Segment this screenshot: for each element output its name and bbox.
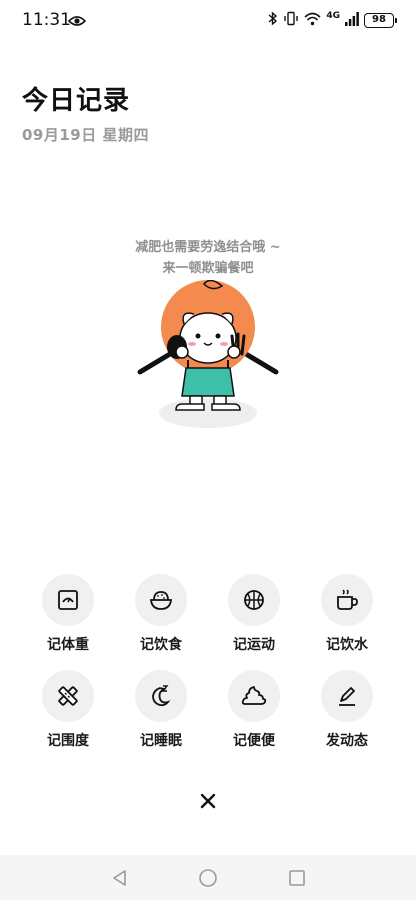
- empty-message-line2: 来一顿欺骗餐吧: [162, 261, 254, 276]
- network-type: 4G: [326, 10, 340, 21]
- record-exercise-label: 记运动: [233, 637, 275, 653]
- record-exercise-button[interactable]: 记运动: [214, 574, 294, 664]
- record-weight-button[interactable]: 记体重: [28, 574, 108, 664]
- close-icon: [200, 793, 216, 809]
- empty-message-line1: 减肥也需要劳逸结合哦 ~: [135, 240, 281, 255]
- recents-button[interactable]: [286, 867, 308, 889]
- record-measurement-label: 记围度: [47, 733, 89, 749]
- back-button[interactable]: [108, 867, 130, 889]
- home-circle-icon: [199, 869, 217, 887]
- record-poop-label: 记便便: [233, 733, 275, 749]
- basketball-icon: [228, 574, 280, 626]
- record-sleep-label: 记睡眠: [140, 733, 182, 749]
- record-water-label: 记饮水: [326, 637, 368, 653]
- record-poop-button[interactable]: 记便便: [214, 670, 294, 760]
- vibrate-icon: [283, 11, 299, 30]
- status-bar: 11:31 4G 98: [0, 0, 416, 40]
- eye-icon: [67, 12, 87, 31]
- record-diet-label: 记饮食: [140, 637, 182, 653]
- cup-icon: [321, 574, 373, 626]
- mascot-illustration: [137, 280, 279, 428]
- close-button[interactable]: [193, 786, 223, 816]
- home-button[interactable]: [197, 867, 219, 889]
- system-nav-bar: [0, 855, 416, 900]
- page-title: 今日记录: [22, 86, 131, 116]
- recents-square-icon: [289, 870, 305, 886]
- pen-icon: [321, 670, 373, 722]
- signal-icon: [345, 11, 359, 30]
- scale-icon: [42, 574, 94, 626]
- record-weight-label: 记体重: [47, 637, 89, 653]
- rice-bowl-icon: [135, 574, 187, 626]
- record-measurement-button[interactable]: 记围度: [28, 670, 108, 760]
- record-diet-button[interactable]: 记饮食: [121, 574, 201, 664]
- bluetooth-icon: [268, 11, 278, 30]
- record-sleep-button[interactable]: 记睡眠: [121, 670, 201, 760]
- poop-icon: [228, 670, 280, 722]
- record-water-button[interactable]: 记饮水: [307, 574, 387, 664]
- wifi-icon: [304, 11, 321, 30]
- battery-indicator: 98: [364, 13, 397, 28]
- post-update-button[interactable]: 发动态: [307, 670, 387, 760]
- page-date: 09月19日 星期四: [22, 126, 149, 144]
- status-time: 11:31: [22, 10, 71, 30]
- post-update-label: 发动态: [326, 733, 368, 749]
- measuring-tape-icon: [42, 670, 94, 722]
- back-triangle-icon: [113, 870, 126, 886]
- sleep-moon-icon: [135, 670, 187, 722]
